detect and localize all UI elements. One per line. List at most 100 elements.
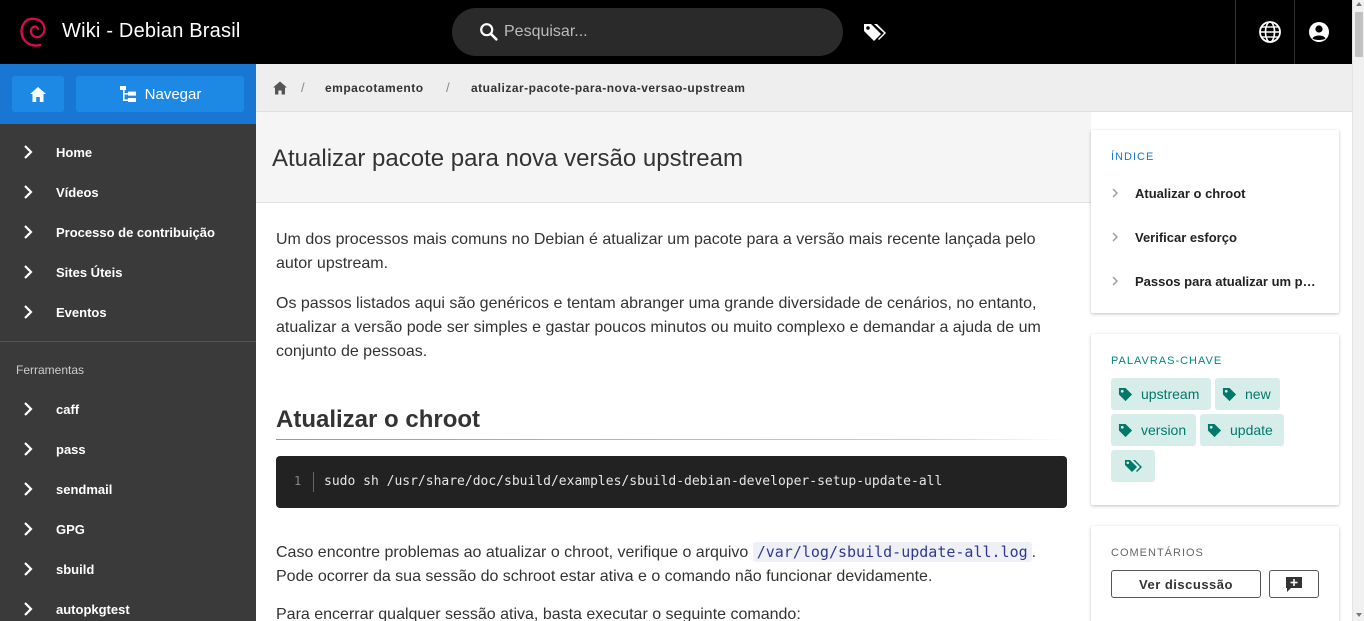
toc-item[interactable]: Passos para atualizar um pacote	[1111, 273, 1321, 293]
browse-button[interactable]: Navegar	[76, 76, 244, 112]
globe-icon[interactable]	[1258, 20, 1282, 44]
sidebar-item-sendmail[interactable]: sendmail	[0, 469, 256, 509]
sidebar-item-eventos[interactable]: Eventos	[0, 292, 256, 332]
view-discussion-button[interactable]: Ver discussão	[1111, 570, 1261, 598]
chevron-right-icon	[24, 225, 33, 239]
tag-label: update	[1230, 422, 1273, 438]
chevron-right-icon	[24, 482, 33, 496]
intro-paragraph: Um dos processos mais comuns no Debian é…	[276, 231, 1036, 272]
sidebar-item-autopkgtest[interactable]: autopkgtest	[0, 589, 256, 621]
inline-code: /var/log/sbuild-update-all.log	[752, 542, 1032, 562]
sidebar-divider	[0, 341, 256, 342]
tags-icon	[1125, 460, 1142, 472]
chevron-right-icon	[24, 602, 33, 616]
chevron-right-icon	[24, 185, 33, 199]
chevron-right-icon	[24, 562, 33, 576]
code-text[interactable]: sudo sh /usr/share/doc/sbuild/examples/s…	[324, 474, 942, 489]
sidebar-item-label: Home	[56, 145, 93, 160]
account-circle-icon[interactable]	[1307, 20, 1331, 44]
section-underline	[276, 439, 1067, 440]
body-paragraph: Para encerrar qualquer sessão ativa, bas…	[276, 606, 801, 621]
chevron-right-icon	[1112, 232, 1118, 242]
tag-chip[interactable]: version	[1111, 414, 1196, 446]
tag-label: new	[1245, 386, 1271, 402]
site-title[interactable]: Wiki - Debian Brasil	[62, 20, 240, 43]
keywords-heading: PALAVRAS-CHAVE	[1111, 355, 1223, 367]
chevron-right-icon	[24, 522, 33, 536]
all-tags-chip[interactable]	[1111, 450, 1155, 482]
debian-logo-icon[interactable]	[18, 15, 48, 49]
tag-icon	[1118, 387, 1133, 401]
search-box[interactable]	[452, 8, 843, 56]
tag-label: upstream	[1141, 386, 1200, 402]
breadcrumb-item-current[interactable]: atualizar-pacote-para-nova-versao-upstre…	[471, 81, 745, 95]
toc-item[interactable]: Atualizar o chroot	[1111, 185, 1321, 205]
sidebar-item-label: Sites Úteis	[56, 265, 123, 280]
chevron-right-icon	[24, 402, 33, 416]
tag-icon	[1222, 387, 1237, 401]
sidebar-item-label: sendmail	[56, 482, 113, 497]
toc-heading: ÍNDICE	[1111, 151, 1155, 163]
sidebar-item-processo-de-contribuicao[interactable]: Processo de contribuição	[0, 212, 256, 252]
toc-card: ÍNDICE Atualizar o chroot Verificar esfo…	[1091, 130, 1339, 313]
toc-item[interactable]: Verificar esforço	[1111, 229, 1321, 249]
scroll-down-arrow-icon[interactable]	[1356, 613, 1362, 617]
tag-chip[interactable]: new	[1215, 378, 1280, 410]
toc-item-label: Verificar esforço	[1135, 230, 1237, 245]
breadcrumb-separator: /	[446, 80, 450, 95]
home-button[interactable]	[12, 76, 64, 112]
code-line-number: 1	[294, 474, 302, 488]
tag-chip[interactable]: update	[1200, 414, 1284, 446]
sidebar: Navegar Home Vídeos Processo de contribu…	[0, 64, 256, 621]
section-heading: Atualizar o chroot	[276, 406, 481, 433]
tag-icon	[1207, 423, 1222, 437]
top-header: Wiki - Debian Brasil	[0, 0, 1352, 64]
search-icon	[480, 23, 498, 41]
sidebar-item-pass[interactable]: pass	[0, 429, 256, 469]
comments-heading: COMENTÁRIOS	[1111, 547, 1204, 559]
tag-chip[interactable]: upstream	[1111, 378, 1211, 410]
sidebar-item-label: GPG	[56, 522, 85, 537]
chevron-right-icon	[24, 442, 33, 456]
sidebar-item-label: pass	[56, 442, 86, 457]
sidebar-item-sites-uteis[interactable]: Sites Úteis	[0, 252, 256, 292]
sidebar-item-videos[interactable]: Vídeos	[0, 172, 256, 212]
chevron-right-icon	[24, 265, 33, 279]
paragraph-text: Caso encontre problemas ao atualizar o c…	[276, 544, 753, 561]
browse-label: Navegar	[144, 85, 202, 103]
code-gutter-divider	[313, 472, 314, 492]
toc-item-label: Passos para atualizar um pacote	[1135, 274, 1321, 289]
breadcrumb-item-empacotamento[interactable]: empacotamento	[325, 81, 424, 95]
chevron-right-icon	[1112, 276, 1118, 286]
tag-label: version	[1141, 422, 1187, 438]
body-paragraph: Caso encontre problemas ao atualizar o c…	[276, 540, 1067, 589]
header-divider	[1235, 0, 1236, 64]
tags-icon[interactable]	[862, 20, 888, 44]
toc-item-label: Atualizar o chroot	[1135, 186, 1246, 201]
page-title-band: Atualizar pacote para nova versão upstre…	[256, 112, 1091, 203]
chevron-right-icon	[24, 145, 33, 159]
sidebar-item-label: autopkgtest	[56, 602, 130, 617]
code-block[interactable]: 1 sudo sh /usr/share/doc/sbuild/examples…	[276, 456, 1067, 508]
sidebar-item-home[interactable]: Home	[0, 132, 256, 172]
chevron-right-icon	[1112, 188, 1118, 198]
page-scrollbar[interactable]	[1352, 0, 1364, 621]
sidebar-item-caff[interactable]: caff	[0, 389, 256, 429]
tag-icon	[1118, 423, 1133, 437]
sidebar-item-sbuild[interactable]: sbuild	[0, 549, 256, 589]
sidebar-item-gpg[interactable]: GPG	[0, 509, 256, 549]
scroll-up-arrow-icon[interactable]	[1356, 2, 1362, 6]
comments-card: COMENTÁRIOS Ver discussão	[1091, 526, 1339, 621]
header-divider	[1294, 0, 1295, 64]
sidebar-item-label: Eventos	[56, 305, 107, 320]
add-comment-button[interactable]	[1269, 570, 1319, 598]
breadcrumb-separator: /	[301, 80, 305, 95]
breadcrumb-home-icon[interactable]	[273, 81, 287, 95]
scroll-thumb[interactable]	[1355, 12, 1363, 57]
comment-add-icon	[1286, 576, 1302, 592]
sidebar-tools-heading: Ferramentas	[16, 363, 85, 377]
sidebar-item-label: caff	[56, 402, 80, 417]
sitemap-icon	[119, 86, 136, 102]
breadcrumb: / empacotamento / atualizar-pacote-para-…	[256, 64, 1352, 112]
search-input[interactable]	[504, 20, 824, 44]
